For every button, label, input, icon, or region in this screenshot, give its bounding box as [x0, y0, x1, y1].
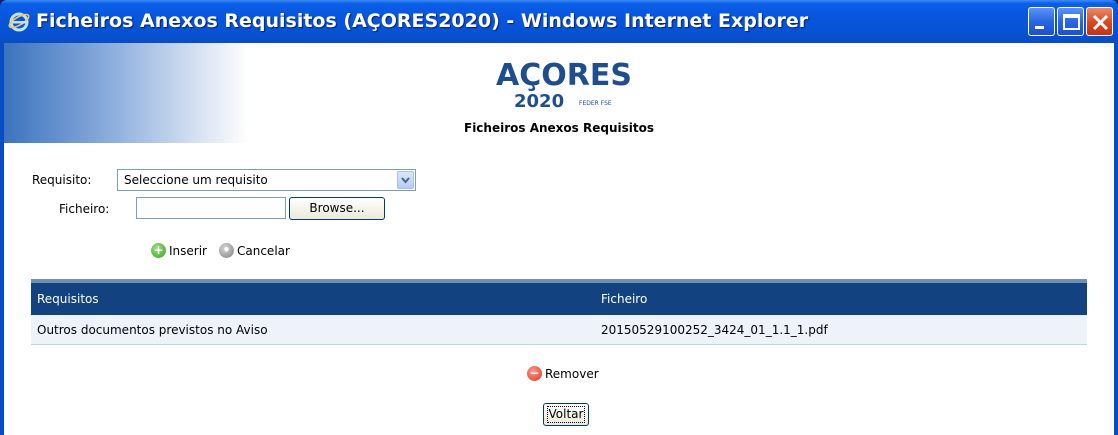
- maximize-icon: [1063, 14, 1080, 30]
- cancelar-label: Cancelar: [237, 243, 290, 258]
- voltar-button[interactable]: Voltar: [543, 403, 589, 426]
- browse-button[interactable]: Browse...: [289, 197, 385, 220]
- page-title: Ficheiros Anexos Requisitos: [464, 121, 654, 135]
- close-button[interactable]: [1086, 7, 1113, 36]
- maximize-button[interactable]: [1057, 7, 1084, 36]
- remover-label: Remover: [545, 366, 599, 381]
- page-content: AÇORES 2020 FEDER FSE Ficheiros Anexos R…: [4, 43, 1114, 435]
- requisitos-table: Requisitos Ficheiro Outros documentos pr…: [31, 279, 1087, 345]
- inserir-button[interactable]: + Inserir: [151, 243, 207, 258]
- column-header-ficheiro: Ficheiro: [601, 292, 648, 306]
- cancel-icon: •: [219, 243, 234, 258]
- minimize-button[interactable]: [1028, 7, 1055, 36]
- dropdown-arrow-icon[interactable]: [397, 171, 414, 189]
- azores-2020-logo: AÇORES 2020 FEDER FSE: [496, 58, 632, 112]
- requisito-label: Requisito:: [32, 173, 92, 187]
- requisito-selected-value: Seleccione um requisito: [124, 173, 268, 187]
- svg-text:AÇORES: AÇORES: [496, 58, 632, 93]
- table-header: Requisitos Ficheiro: [31, 279, 1087, 315]
- minimize-icon: [1035, 26, 1044, 29]
- add-icon: +: [151, 243, 166, 258]
- cancelar-button[interactable]: • Cancelar: [219, 243, 290, 258]
- svg-text:FEDER FSE: FEDER FSE: [579, 100, 612, 107]
- ie-icon: [8, 12, 30, 32]
- title-bar: Ficheiros Anexos Requisitos (AÇORES2020)…: [0, 0, 1118, 43]
- remover-button[interactable]: − Remover: [527, 366, 599, 381]
- cell-requisito: Outros documentos previstos no Aviso: [37, 323, 268, 337]
- close-icon: [1092, 14, 1109, 31]
- inserir-label: Inserir: [169, 243, 207, 258]
- table-row[interactable]: Outros documentos previstos no Aviso 201…: [31, 315, 1087, 345]
- column-header-requisitos: Requisitos: [37, 292, 99, 306]
- ficheiro-input[interactable]: [136, 197, 286, 219]
- requisito-select[interactable]: Seleccione um requisito: [117, 169, 416, 191]
- window-title: Ficheiros Anexos Requisitos (AÇORES2020)…: [36, 10, 809, 32]
- remove-icon: −: [527, 366, 542, 381]
- voltar-label: Voltar: [546, 406, 586, 423]
- svg-text:2020: 2020: [514, 91, 564, 112]
- ficheiro-label: Ficheiro:: [59, 202, 110, 216]
- header-banner: AÇORES 2020 FEDER FSE Ficheiros Anexos R…: [4, 43, 1114, 143]
- cell-ficheiro: 20150529100252_3424_01_1.1_1.pdf: [601, 323, 828, 337]
